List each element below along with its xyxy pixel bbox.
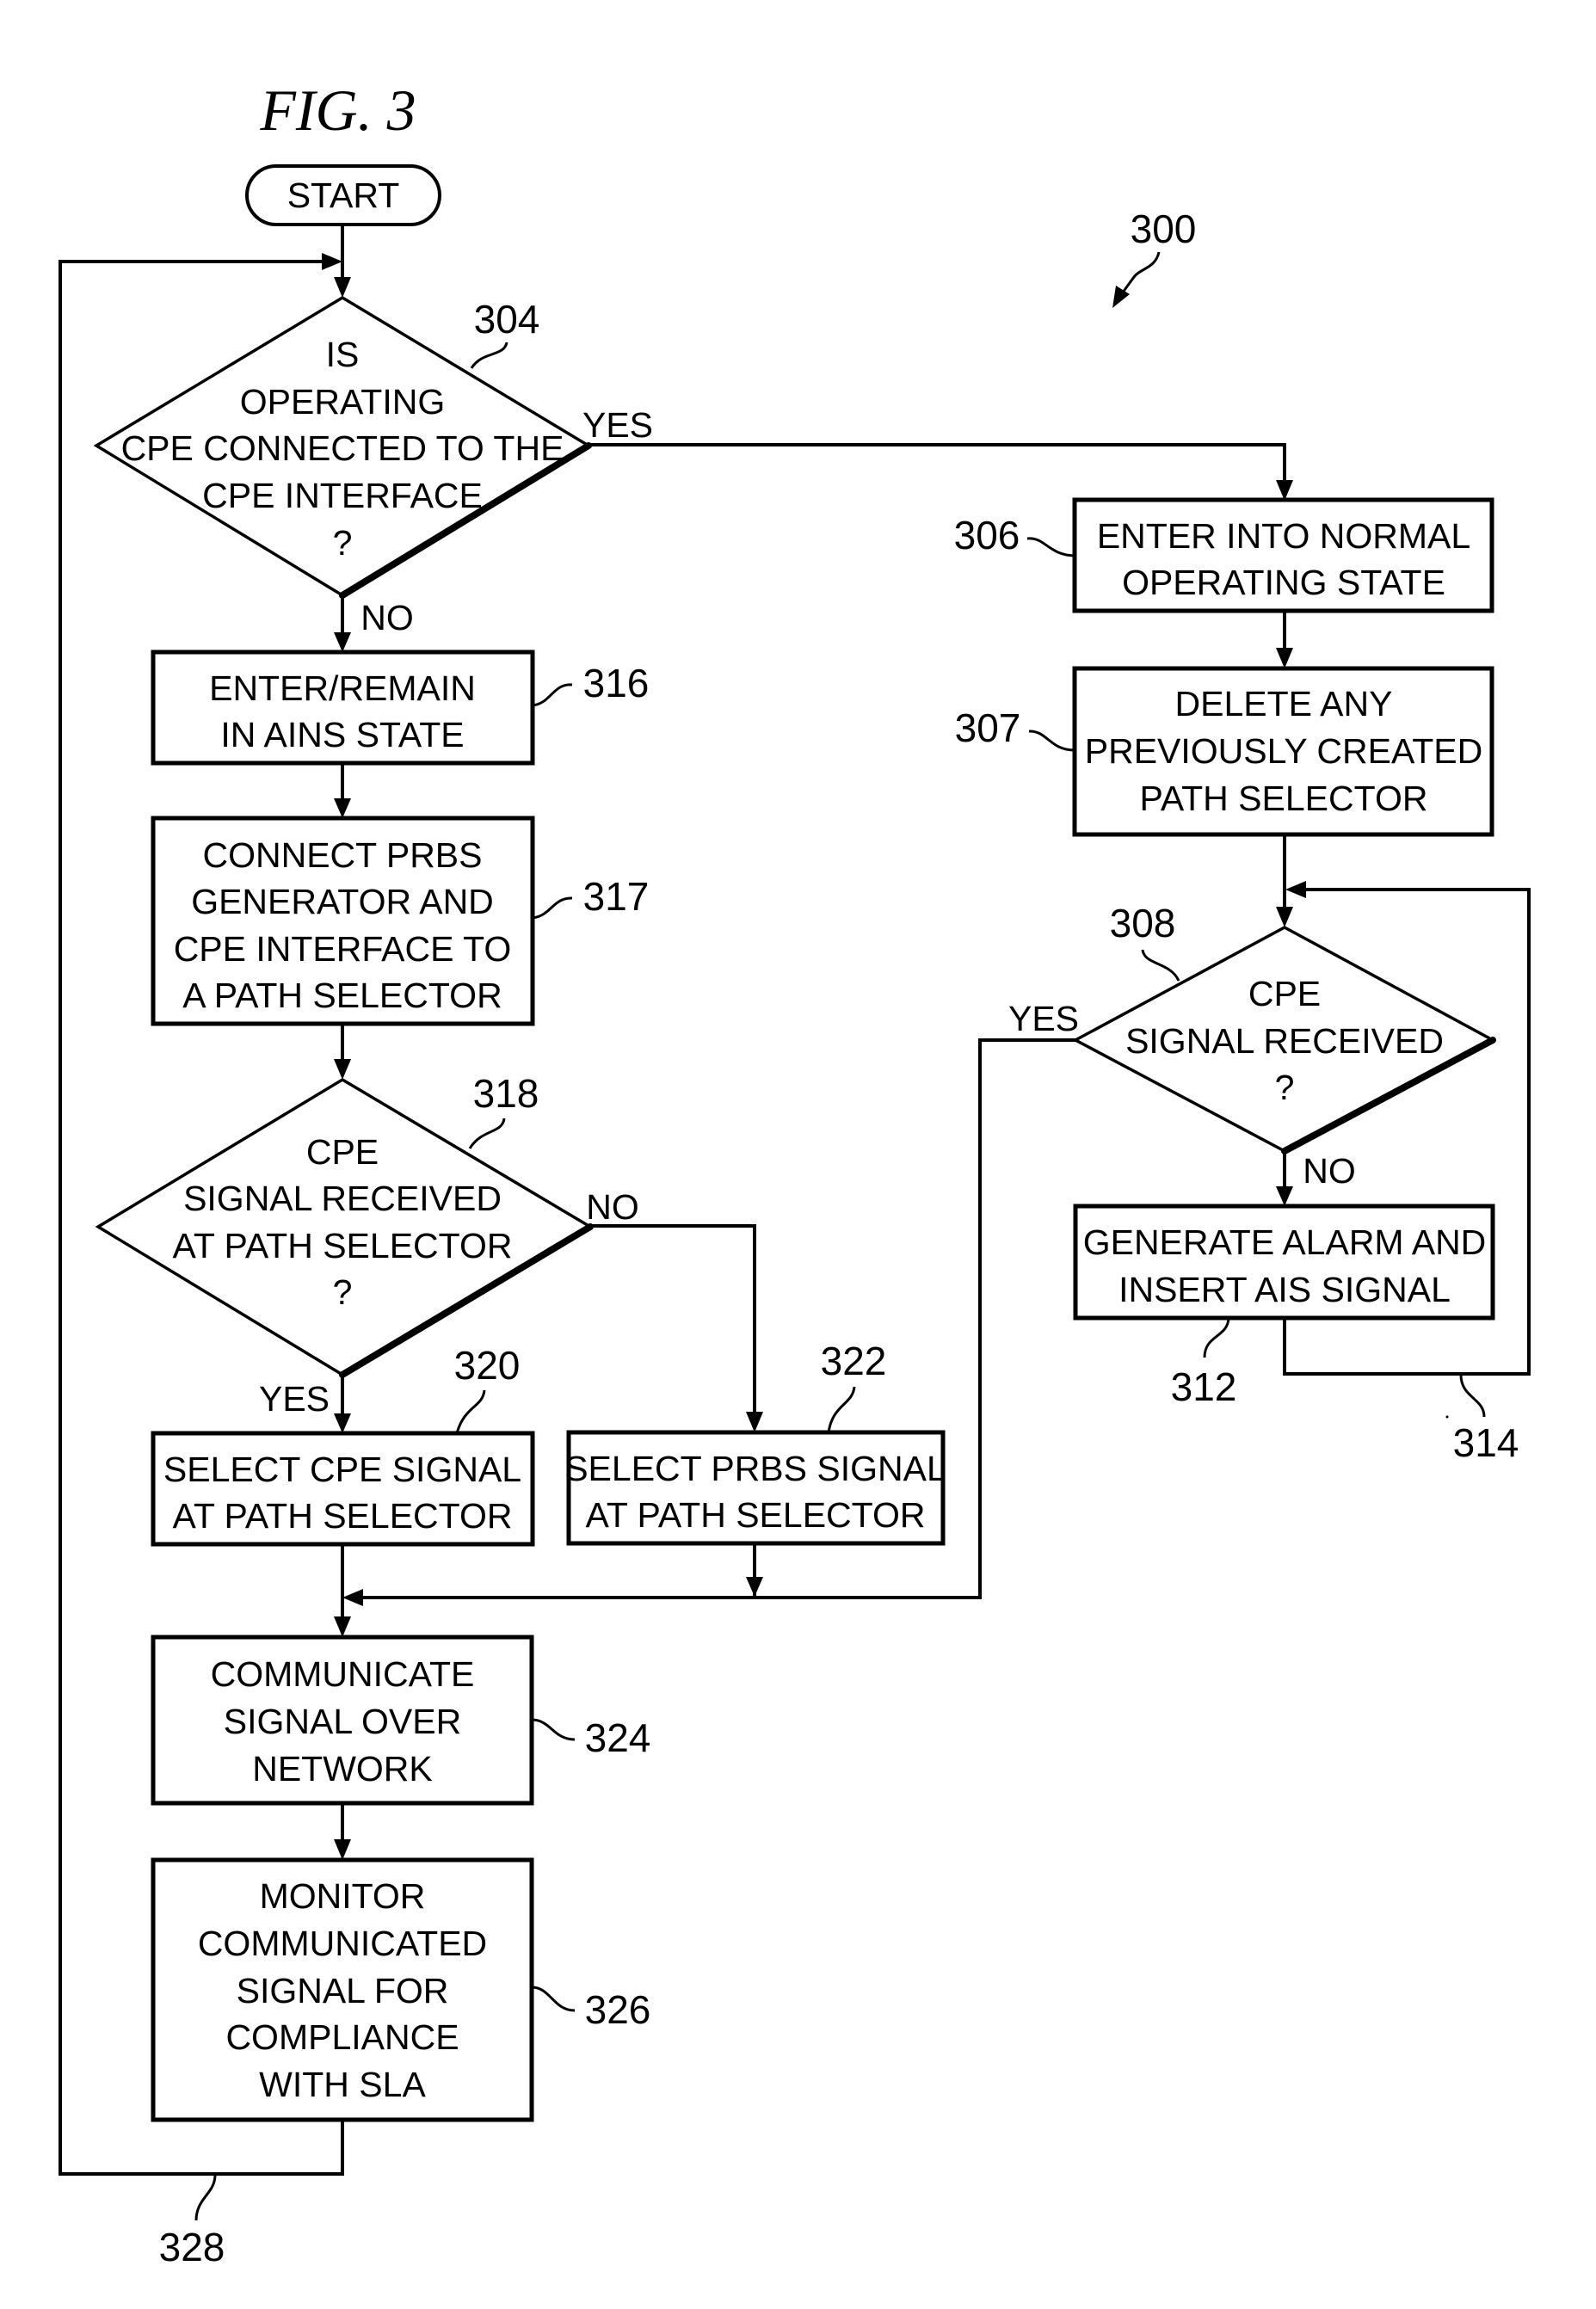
process-316-line: ENTER/REMAIN (209, 668, 476, 708)
process-312-line: INSERT AIS SIGNAL (1118, 1270, 1451, 1309)
arrowhead (1285, 881, 1306, 898)
process-322-line: AT PATH SELECTOR (586, 1495, 926, 1535)
decision-304-yes: YES (582, 405, 653, 445)
arrowhead (334, 1839, 351, 1860)
ref-312-leader (1203, 1318, 1230, 1358)
arrowhead (1276, 480, 1293, 501)
ref-306-leader (1026, 537, 1075, 557)
figure-title: FIG. 3 (259, 77, 416, 143)
ref-326: 326 (585, 1987, 651, 2032)
process-307-line: DELETE ANY (1175, 684, 1393, 723)
arrowhead (746, 1412, 763, 1432)
decision-304-line: IS (326, 335, 360, 374)
process-320-line: SELECT CPE SIGNAL (163, 1450, 521, 1489)
ref-324-leader (531, 1718, 576, 1741)
ref-320: 320 (454, 1343, 521, 1388)
flowchart: FIG. 3 300 START IS OPERATING CPE CONNEC… (59, 77, 1531, 2269)
arrowhead (334, 1059, 351, 1080)
decision-318-line: SIGNAL RECEIVED (183, 1179, 502, 1218)
arrowhead (334, 1413, 351, 1433)
ref-312: 312 (1171, 1364, 1237, 1409)
arrowhead (1276, 648, 1293, 668)
ref-326-leader (531, 1986, 576, 2012)
start-label: START (287, 175, 400, 215)
ref-316: 316 (583, 661, 650, 705)
decision-318-line: CPE (306, 1132, 379, 1172)
ref-317-leader (532, 896, 573, 920)
process-326-line: COMPLIANCE (225, 2017, 459, 2057)
process-322-line: SELECT PRBS SIGNAL (564, 1449, 946, 1488)
decision-304-line: ? (333, 523, 353, 563)
ref-322: 322 (821, 1339, 887, 1383)
arrowhead (334, 798, 351, 818)
arrowhead (342, 1589, 363, 1606)
ref-324: 324 (585, 1715, 651, 1760)
process-326-line: COMMUNICATED (198, 1924, 487, 1963)
arrowhead (334, 632, 351, 652)
decision-318-line: AT PATH SELECTOR (173, 1226, 513, 1265)
ref-328-leader (194, 2174, 217, 2221)
arrowhead (334, 277, 351, 298)
ref-314-leader (1459, 1374, 1486, 1418)
arrowhead (322, 253, 342, 270)
arrowhead (334, 1616, 351, 1637)
process-324-line: COMMUNICATE (211, 1654, 475, 1694)
start-terminal: START (245, 164, 441, 226)
ref-322-leader (827, 1386, 856, 1433)
ref-307-leader (1028, 730, 1075, 752)
process-324-line: SIGNAL OVER (224, 1702, 461, 1741)
ref-308: 308 (1110, 901, 1176, 945)
decision-304-line: CPE INTERFACE (202, 476, 483, 515)
decision-308-no: NO (1303, 1151, 1356, 1191)
ref-304-leader (470, 342, 508, 369)
process-320-line: AT PATH SELECTOR (173, 1496, 513, 1536)
decision-304-line: CPE CONNECTED TO THE (121, 428, 564, 468)
ref-318: 318 (473, 1071, 539, 1116)
arrowhead (1276, 907, 1293, 927)
decision-318-yes: YES (259, 1379, 330, 1419)
ref-300-arrow (1118, 251, 1161, 297)
decision-308-line: CPE (1248, 974, 1321, 1013)
ref-304: 304 (474, 297, 540, 342)
ref-320-leader (455, 1389, 486, 1434)
ref-328: 328 (159, 2225, 225, 2269)
process-307-line: PATH SELECTOR (1140, 779, 1428, 818)
decision-308-yes: YES (1008, 999, 1079, 1038)
process-317-line: GENERATOR AND (191, 882, 494, 921)
ref-307: 307 (955, 705, 1021, 750)
process-312-line: GENERATE ALARM AND (1083, 1222, 1487, 1262)
speck (1445, 1415, 1449, 1419)
arrowhead (1276, 1186, 1293, 1206)
process-326-line: SIGNAL FOR (237, 1971, 449, 2010)
ref-314: 314 (1453, 1420, 1519, 1465)
decision-308-line: SIGNAL RECEIVED (1125, 1021, 1444, 1061)
decision-304-no: NO (360, 598, 414, 637)
process-317-line: A PATH SELECTOR (182, 976, 502, 1015)
process-306-line: ENTER INTO NORMAL (1097, 516, 1470, 556)
process-316-line: IN AINS STATE (220, 715, 464, 754)
ref-316-leader (532, 683, 573, 707)
decision-318-no: NO (586, 1187, 639, 1227)
process-326-line: WITH SLA (259, 2065, 426, 2104)
process-324-line: NETWORK (252, 1749, 433, 1789)
process-306-line: OPERATING STATE (1122, 563, 1445, 602)
ref-318-leader (468, 1118, 506, 1149)
ref-300-arrowhead (1112, 286, 1130, 308)
process-307-line: PREVIOUSLY CREATED (1085, 731, 1483, 771)
ref-308-leader (1141, 949, 1180, 982)
ref-317: 317 (583, 874, 650, 919)
process-317-line: CONNECT PRBS (202, 835, 482, 875)
ref-306: 306 (954, 513, 1020, 557)
process-326-line: MONITOR (260, 1876, 426, 1916)
decision-318-line: ? (333, 1272, 353, 1312)
decision-308-line: ? (1275, 1068, 1295, 1107)
process-317-line: CPE INTERFACE TO (174, 929, 512, 969)
decision-304-line: OPERATING (240, 382, 445, 422)
ref-300: 300 (1131, 206, 1197, 251)
arrowhead (746, 1577, 763, 1597)
